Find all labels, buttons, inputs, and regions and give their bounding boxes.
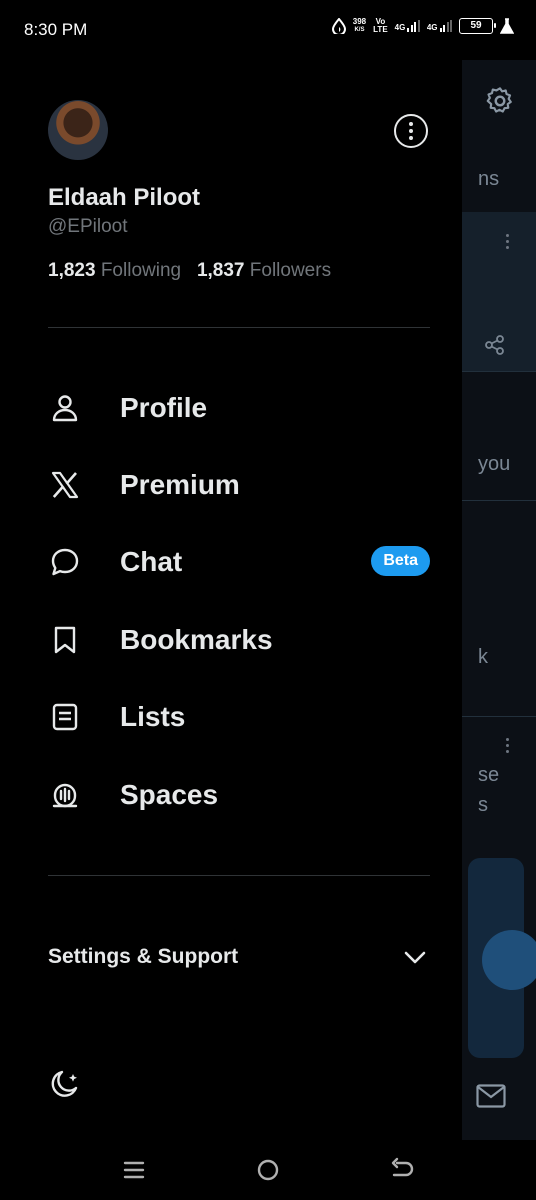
settings-support-label: Settings & Support — [48, 945, 239, 968]
bg-divider — [462, 716, 536, 717]
account-more-button[interactable] — [394, 114, 428, 148]
volte-bottom: LTE — [373, 25, 388, 34]
signal-icon — [439, 20, 452, 32]
x-logo-icon — [48, 468, 82, 502]
followers-label: Followers — [249, 260, 332, 281]
menu-item-lists[interactable]: Lists — [48, 689, 430, 745]
menu-item-label: Spaces — [120, 779, 219, 810]
net-speed-value: 398 — [352, 17, 367, 26]
list-icon — [48, 700, 82, 734]
menu-item-profile[interactable]: Profile — [48, 380, 430, 436]
signal-icon — [407, 20, 420, 32]
menu-item-chat[interactable]: Chat Beta — [48, 534, 430, 590]
tab-fragment: ns — [478, 168, 500, 190]
avatar[interactable] — [48, 100, 108, 160]
data-saver-icon — [331, 18, 346, 34]
volte-indicator: Vo LTE — [373, 18, 388, 34]
sim2-signal: 4G — [427, 20, 452, 32]
back-icon[interactable] — [386, 1154, 418, 1186]
chevron-down-icon — [404, 951, 426, 964]
bg-text-you: you — [478, 453, 511, 475]
more-dots-icon — [506, 738, 510, 756]
system-nav-bar — [0, 1140, 536, 1200]
settings-support-toggle[interactable]: Settings & Support — [48, 936, 430, 978]
share-icon — [485, 335, 504, 355]
beta-badge: Beta — [371, 546, 430, 576]
menu-item-label: Bookmarks — [120, 624, 273, 655]
moon-theme-icon[interactable] — [48, 1068, 82, 1102]
home-circle-icon[interactable] — [252, 1154, 284, 1186]
bookmark-icon — [48, 623, 82, 657]
bg-text-k: k — [478, 646, 488, 668]
post-card — [462, 212, 536, 372]
recents-menu-icon[interactable] — [118, 1154, 150, 1186]
status-time: 8:30 PM — [24, 20, 88, 39]
menu-item-label: Premium — [120, 469, 240, 500]
navigation-drawer: Eldaah Piloot @EPiloot 1,823 Following 1… — [0, 60, 462, 1140]
settings-gear-icon — [486, 87, 512, 113]
divider — [48, 327, 430, 328]
compose-fab — [482, 930, 536, 990]
sim2-network: 4G — [426, 23, 438, 32]
menu-item-bookmarks[interactable]: Bookmarks — [48, 612, 430, 668]
profile-handle[interactable]: @EPiloot — [48, 216, 128, 238]
bg-text-s: s — [478, 794, 488, 816]
profile-name[interactable]: Eldaah Piloot — [48, 184, 200, 212]
mail-icon — [476, 1084, 506, 1108]
divider — [48, 875, 430, 876]
follow-stats: 1,823 Following 1,837 Followers — [48, 260, 331, 282]
person-icon — [48, 391, 82, 425]
battery-icon: 59 — [459, 18, 496, 34]
status-icons: 398 K/S Vo LTE 4G 4G 59 — [331, 18, 514, 34]
following-label: Following — [100, 260, 182, 281]
following-count: 1,823 — [48, 260, 96, 281]
net-speed-unit: K/S — [354, 27, 365, 33]
chat-bubble-icon — [48, 545, 82, 579]
menu-item-label: Lists — [120, 701, 186, 732]
following-link[interactable]: 1,823 Following — [48, 260, 181, 281]
bg-text-se: se — [478, 764, 500, 786]
menu-item-spaces[interactable]: Spaces — [48, 767, 430, 823]
menu-item-label: Chat — [120, 546, 183, 577]
bg-divider — [462, 500, 536, 501]
more-dots-icon — [506, 234, 510, 252]
menu-item-premium[interactable]: Premium — [48, 457, 430, 513]
followers-count: 1,837 — [196, 260, 245, 281]
sim1-signal: 4G — [395, 20, 420, 32]
background-timeline: ns you k se s — [462, 60, 536, 1140]
status-bar: 8:30 PM 398 K/S Vo LTE 4G 4G 59 — [0, 0, 536, 60]
menu-item-label: Profile — [120, 392, 208, 423]
spaces-mic-icon — [48, 778, 82, 812]
sim1-network: 4G — [394, 23, 406, 32]
followers-link[interactable]: 1,837 Followers — [197, 260, 331, 281]
net-speed: 398 K/S — [353, 18, 366, 34]
flask-icon — [500, 18, 514, 34]
